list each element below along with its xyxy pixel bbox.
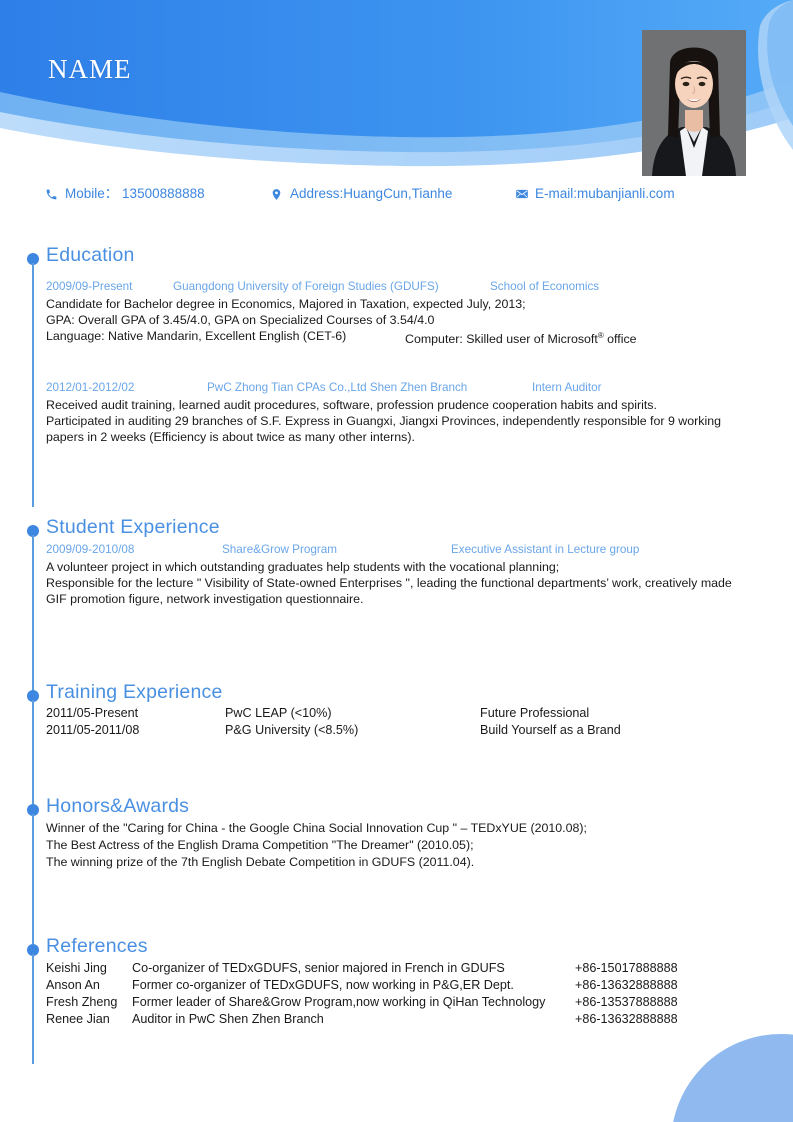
- education-entry-1-head: 2012/01-2012/02 PwC Zhong Tian CPAs Co.,…: [46, 380, 746, 395]
- education-entry-0-head: 2009/09-Present Guangdong University of …: [46, 279, 746, 294]
- corner-circle-shape: [671, 1034, 793, 1122]
- computer-text: Computer: Skilled user of Microsoft® off…: [405, 331, 637, 347]
- training-row: 2011/05-Present PwC LEAP (<10%) Future P…: [46, 705, 746, 722]
- reference-row: Keishi Jing Co-organizer of TEDxGDUFS, s…: [46, 960, 746, 977]
- reference-detail: Auditor in PwC Shen Zhen Branch: [132, 1012, 324, 1026]
- avatar: [642, 30, 746, 176]
- reference-phone: +86-13632888888: [575, 978, 678, 992]
- education-entry-1-line-0: Received audit training, learned audit p…: [46, 398, 657, 412]
- contact-address-label: Address:: [290, 186, 344, 201]
- honor-line: Winner of the "Caring for China - the Go…: [46, 821, 587, 835]
- student-entry-0-line-1: Responsible for the lecture " Visibility…: [46, 576, 732, 606]
- reference-name: Keishi Jing: [46, 961, 107, 975]
- corner-decoration: [653, 1012, 793, 1122]
- phone-icon: [44, 187, 59, 202]
- section-rail: [32, 700, 34, 805]
- section-title-training-experience: Training Experience: [46, 681, 223, 703]
- section-rail: [32, 263, 34, 507]
- reference-name: Fresh Zheng: [46, 995, 118, 1009]
- section-title-references: References: [46, 935, 148, 957]
- reference-phone: +86-15017888888: [575, 961, 678, 975]
- entry-role: Intern Auditor: [532, 381, 602, 394]
- honor-line: The winning prize of the 7th English Deb…: [46, 855, 475, 869]
- reference-row: Renee Jian Auditor in PwC Shen Zhen Bran…: [46, 1011, 746, 1028]
- entry-date: 2012/01-2012/02: [46, 381, 135, 394]
- resume-page: NAME Mobile： 13500888888 Address: HuangC…: [0, 0, 793, 1122]
- section-title-education: Education: [46, 244, 135, 266]
- reference-detail: Co-organizer of TEDxGDUFS, senior majore…: [132, 961, 505, 975]
- entry-org: Share&Grow Program: [222, 543, 337, 556]
- portrait-photo-icon: [642, 30, 746, 176]
- education-entry-1-line-1: Participated in auditing 29 branches of …: [46, 414, 721, 444]
- contact-address[interactable]: Address: HuangCun,Tianhe: [269, 185, 452, 203]
- contact-email[interactable]: E-mail: mubanjianli.com: [514, 185, 675, 203]
- contact-mobile[interactable]: Mobile： 13500888888: [44, 185, 205, 203]
- contact-mobile-value: 13500888888: [122, 186, 205, 201]
- page-title: NAME: [48, 54, 132, 84]
- contact-bar: Mobile： 13500888888 Address: HuangCun,Ti…: [44, 185, 744, 207]
- entry-role: School of Economics: [490, 280, 600, 293]
- section-rail: [32, 954, 34, 1064]
- entry-date: 2009/09-Present: [46, 280, 133, 293]
- section-rail: [32, 814, 34, 944]
- section-title-student-experience: Student Experience: [46, 516, 220, 538]
- reference-row: Anson An Former co-organizer of TEDxGDUF…: [46, 977, 746, 994]
- student-entry-0-head: 2009/09-2010/08 Share&Grow Program Execu…: [46, 542, 746, 557]
- contact-mobile-label: Mobile：: [65, 186, 119, 201]
- contact-email-value: mubanjianli.com: [577, 186, 675, 201]
- student-entry-0-line-0: A volunteer project in which outstanding…: [46, 560, 560, 574]
- location-pin-icon: [269, 187, 284, 202]
- reference-phone: +86-13537888888: [575, 995, 678, 1009]
- section-title-honors-awards: Honors&Awards: [46, 795, 190, 817]
- entry-org: PwC Zhong Tian CPAs Co.,Ltd Shen Zhen Br…: [207, 381, 468, 394]
- honor-line: The Best Actress of the English Drama Co…: [46, 838, 474, 852]
- reference-row: Fresh Zheng Former leader of Share&Grow …: [46, 994, 746, 1011]
- training-date: 2011/05-Present: [46, 706, 139, 720]
- reference-detail: Former leader of Share&Grow Program,now …: [132, 995, 546, 1009]
- language-text: Language: Native Mandarin, Excellent Eng…: [46, 329, 347, 343]
- training-outcome: Future Professional: [480, 706, 590, 720]
- training-program: P&G University (<8.5%): [225, 723, 359, 737]
- education-entry-0-line-0: Candidate for Bachelor degree in Economi…: [46, 297, 526, 311]
- training-program: PwC LEAP (<10%): [225, 706, 332, 720]
- reference-name: Renee Jian: [46, 1012, 110, 1026]
- entry-role: Executive Assistant in Lecture group: [451, 543, 640, 556]
- entry-date: 2009/09-2010/08: [46, 543, 135, 556]
- reference-name: Anson An: [46, 978, 100, 992]
- entry-org: Guangdong University of Foreign Studies …: [173, 280, 439, 293]
- contact-email-label: E-mail:: [535, 186, 578, 201]
- training-outcome: Build Yourself as a Brand: [480, 723, 621, 737]
- reference-detail: Former co-organizer of TEDxGDUFS, now wo…: [132, 978, 514, 992]
- contact-address-value: HuangCun,Tianhe: [343, 186, 453, 201]
- training-date: 2011/05-2011/08: [46, 723, 140, 737]
- training-row: 2011/05-2011/08 P&G University (<8.5%) B…: [46, 722, 746, 739]
- education-entry-0-line-1: GPA: Overall GPA of 3.45/4.0, GPA on Spe…: [46, 313, 435, 327]
- envelope-icon: [514, 187, 529, 202]
- section-rail: [32, 535, 34, 691]
